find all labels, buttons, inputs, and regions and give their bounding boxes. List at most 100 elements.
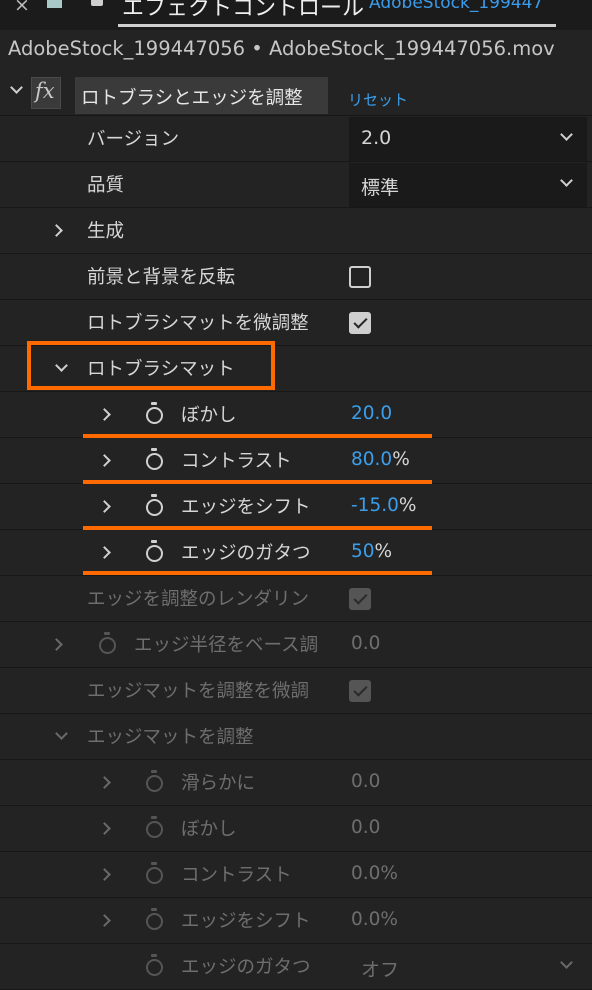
shift2-label: エッジをシフト (181, 911, 311, 932)
smooth2-value[interactable]: 0.0 (351, 771, 380, 792)
chatter-field: 50% (351, 541, 392, 562)
chevron-down-icon (560, 174, 573, 187)
chevron-down-icon[interactable] (10, 81, 23, 94)
contrast2-label: コントラスト (181, 865, 292, 886)
stopwatch-icon[interactable] (146, 908, 163, 930)
highlight-underline (83, 434, 432, 438)
chevron-right-icon[interactable] (98, 408, 111, 421)
stopwatch-icon[interactable] (146, 954, 163, 976)
shift-edge-unit: % (398, 495, 417, 516)
feather-value[interactable]: 20.0 (351, 403, 392, 424)
refine-edge-matte-label: エッジマットを調整を微調 (87, 681, 310, 702)
generate-row: 生成 (0, 208, 592, 254)
feather2-label: ぼかし (181, 819, 237, 840)
edge-matte-row: エッジマットを調整 (0, 714, 592, 760)
chevron-right-icon[interactable] (98, 546, 111, 559)
smooth2-label: 滑らかに (181, 773, 256, 794)
highlight-underline (83, 571, 432, 575)
chevron-right-icon[interactable] (98, 868, 111, 881)
effect-header-row: fx ロトブラシとエッジを調整 リセット (0, 70, 592, 116)
base-radius-label: エッジ半径をベース調 (134, 635, 319, 656)
chatter-unit: % (374, 541, 393, 562)
effect-name[interactable]: ロトブラシとエッジを調整 (75, 77, 328, 114)
chatter2-value: オフ (361, 959, 400, 981)
breadcrumb-text: AdobeStock_199447056 • AdobeStock_199447… (8, 37, 555, 60)
chatter2-label: エッジのガタつ (181, 957, 311, 978)
stopwatch-icon[interactable] (99, 632, 116, 654)
stopwatch-icon[interactable] (146, 402, 163, 424)
quality-dropdown[interactable]: 標準 (349, 163, 587, 207)
reset-link[interactable]: リセット (348, 89, 408, 110)
shift2-value[interactable]: 0.0% (351, 909, 398, 930)
stopwatch-icon[interactable] (146, 448, 163, 470)
highlight-box (27, 341, 275, 390)
feather-row: ぼかし 20.0 (0, 392, 592, 438)
chevron-right-icon[interactable] (98, 454, 111, 467)
effect-name-label: ロトブラシとエッジを調整 (81, 88, 303, 109)
refine-roto-checkbox[interactable] (349, 312, 371, 334)
panel-tab-bar: × エフェクトコントロール AdobeStock_199447 (0, 0, 592, 30)
composition-icon (47, 0, 62, 8)
stopwatch-icon[interactable] (146, 540, 163, 562)
lock-icon[interactable] (91, 0, 103, 6)
base-radius-value[interactable]: 0.0 (351, 633, 380, 654)
close-icon[interactable]: × (14, 0, 30, 16)
contrast2-row: コントラスト 0.0% (0, 852, 592, 898)
stopwatch-icon[interactable] (146, 862, 163, 884)
chevron-right-icon[interactable] (98, 914, 111, 927)
chevron-right-icon[interactable] (50, 224, 63, 237)
fx-icon: fx (35, 79, 55, 103)
stopwatch-icon[interactable] (146, 816, 163, 838)
quality-value: 標準 (361, 177, 400, 199)
stopwatch-icon[interactable] (146, 770, 163, 792)
version-row: バージョン 2.0 (0, 116, 592, 162)
chatter-row: エッジのガタつ 50% (0, 530, 592, 576)
version-value: 2.0 (361, 127, 392, 149)
panel-title-file[interactable]: AdobeStock_199447 (369, 0, 543, 13)
generate-label: 生成 (87, 221, 125, 242)
shift-edge-row: エッジをシフト -15.0% (0, 484, 592, 530)
chevron-down-icon (560, 128, 573, 141)
render-refine-checkbox[interactable] (349, 588, 371, 610)
shift-edge-field: -15.0% (351, 495, 416, 516)
invert-checkbox[interactable] (349, 266, 371, 288)
chatter-value[interactable]: 50 (351, 541, 375, 562)
feather2-value[interactable]: 0.0 (351, 817, 380, 838)
chevron-right-icon[interactable] (50, 638, 63, 651)
highlight-underline (83, 526, 432, 530)
contrast-field: 80.0% (351, 449, 410, 470)
panel-title[interactable]: エフェクトコントロール (122, 0, 364, 22)
base-radius-row: エッジ半径をベース調 0.0 (0, 622, 592, 668)
smooth2-row: 滑らかに 0.0 (0, 760, 592, 806)
chatter-label: エッジのガタつ (181, 543, 311, 564)
render-refine-row: エッジを調整のレンダリン (0, 576, 592, 622)
quality-row: 品質 標準 (0, 162, 592, 208)
render-refine-label: エッジを調整のレンダリン (87, 589, 310, 610)
contrast-value[interactable]: 80.0 (351, 449, 392, 470)
contrast2-value[interactable]: 0.0% (351, 863, 398, 884)
quality-label: 品質 (87, 175, 125, 196)
version-label: バージョン (87, 129, 180, 150)
refine-edge-matte-checkbox[interactable] (349, 680, 371, 702)
chatter2-dropdown[interactable]: オフ (349, 945, 587, 989)
contrast-unit: % (392, 449, 410, 470)
chevron-right-icon[interactable] (98, 822, 111, 835)
shift-edge-label: エッジをシフト (181, 497, 311, 518)
chevron-right-icon[interactable] (98, 776, 111, 789)
shift-edge-value[interactable]: -15.0 (351, 495, 399, 516)
contrast-label: コントラスト (181, 451, 292, 472)
refine-roto-label: ロトブラシマットを微調整 (87, 313, 309, 334)
highlight-underline (83, 480, 432, 484)
chatter2-row: エッジのガタつ オフ (0, 944, 592, 990)
feather-label: ぼかし (181, 405, 237, 426)
breadcrumb: AdobeStock_199447056 • AdobeStock_199447… (0, 30, 592, 70)
chevron-right-icon[interactable] (98, 500, 111, 513)
stopwatch-icon[interactable] (146, 494, 163, 516)
chevron-down-icon[interactable] (55, 727, 68, 740)
invert-label: 前景と背景を反転 (87, 267, 236, 288)
contrast-row: コントラスト 80.0% (0, 438, 592, 484)
version-dropdown[interactable]: 2.0 (349, 117, 587, 161)
fx-toggle[interactable]: fx (31, 77, 61, 109)
invert-row: 前景と背景を反転 (0, 254, 592, 300)
active-tab-underline (118, 24, 556, 27)
